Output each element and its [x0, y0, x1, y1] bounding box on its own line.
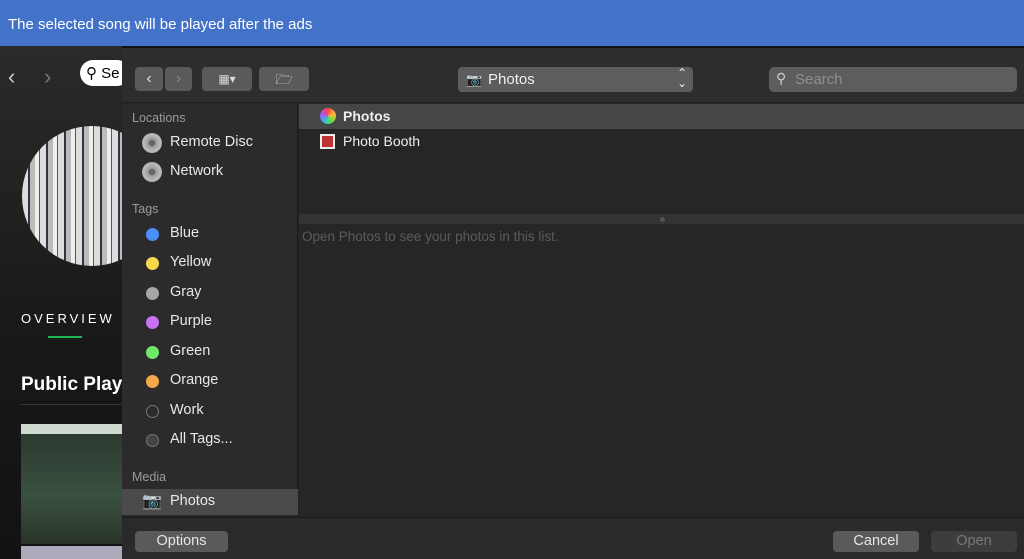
sidebar-tag-orange[interactable]: Orange [122, 368, 298, 394]
sidebar: Locations Remote Disc Network Tags Blue … [122, 104, 298, 516]
sidebar-tag-green[interactable]: Green [122, 339, 298, 365]
options-button[interactable]: Options [135, 531, 228, 552]
view-mode-button[interactable]: ▦▾ [202, 67, 252, 91]
tag-dot-icon [146, 346, 159, 359]
sidebar-tag-yellow[interactable]: Yellow [122, 250, 298, 276]
tag-dot-icon [146, 375, 159, 388]
forward-arrow-icon[interactable]: › [44, 64, 51, 90]
search-icon: ⚲ [86, 65, 97, 82]
camera-icon: 📷 [142, 493, 162, 510]
section-title: Public Play [21, 374, 123, 395]
tag-dot-icon [146, 257, 159, 270]
all-tags-icon [146, 434, 159, 447]
new-folder-button[interactable]: 🗁 [259, 67, 309, 91]
drag-handle-icon [660, 217, 665, 222]
dialog-toolbar: ‹ › ▦▾ 🗁 📷 Photos ⌃ ⌄ ⚲ Search [122, 48, 1024, 103]
search-input[interactable]: ⚲ Search [769, 67, 1017, 92]
photos-app-icon [320, 108, 336, 124]
updown-chevron-icon: ⌃ ⌄ [676, 66, 687, 90]
disc-icon [142, 133, 162, 153]
forward-button[interactable]: › [165, 67, 192, 91]
divider [21, 404, 122, 405]
file-row-photo-booth[interactable]: Photo Booth [299, 129, 1024, 154]
sidebar-item-remote-disc[interactable]: Remote Disc [122, 130, 298, 156]
dialog-footer: Options Cancel Open [122, 517, 1024, 559]
spotify-background: ‹ › ⚲ Se OVERVIEW Public Play [0, 46, 162, 559]
tag-dot-icon [146, 228, 159, 241]
locations-header: Locations [132, 111, 186, 125]
file-browser: Photos Photo Booth Open Photos to see yo… [299, 104, 1024, 516]
album-cover[interactable] [21, 546, 122, 559]
sidebar-tag-blue[interactable]: Blue [122, 221, 298, 247]
open-button[interactable]: Open [931, 531, 1017, 552]
location-popup[interactable]: 📷 Photos ⌃ ⌄ [458, 67, 693, 92]
sidebar-item-photos[interactable]: 📷 Photos [122, 489, 298, 515]
sidebar-all-tags[interactable]: All Tags... [122, 427, 298, 453]
grid-icon: ▦▾ [218, 72, 236, 86]
split-divider[interactable] [299, 214, 1024, 224]
photo-booth-icon [320, 134, 335, 149]
empty-hint: Open Photos to see your photos in this l… [302, 229, 559, 244]
media-header: Media [132, 470, 167, 484]
network-globe-icon [142, 162, 162, 182]
tag-dot-icon [146, 316, 159, 329]
tags-header: Tags [132, 202, 159, 216]
tag-dot-icon [146, 405, 159, 418]
back-arrow-icon[interactable]: ‹ [8, 64, 15, 90]
ad-banner: The selected song will be played after t… [0, 0, 1024, 46]
new-folder-icon: 🗁 [275, 71, 293, 87]
tag-dot-icon [146, 287, 159, 300]
search-icon: ⚲ [776, 70, 787, 86]
open-file-dialog: ‹ › ▦▾ 🗁 📷 Photos ⌃ ⌄ ⚲ Search Locations Rem… [122, 48, 1024, 559]
sidebar-item-network[interactable]: Network [122, 159, 298, 185]
sidebar-tag-purple[interactable]: Purple [122, 309, 298, 335]
tab-overview[interactable]: OVERVIEW [21, 311, 115, 326]
sidebar-tag-gray[interactable]: Gray [122, 280, 298, 306]
cancel-button[interactable]: Cancel [833, 531, 919, 552]
tab-underline [48, 336, 82, 338]
back-button[interactable]: ‹ [135, 67, 163, 91]
album-cover[interactable] [21, 424, 122, 544]
sidebar-tag-work[interactable]: Work [122, 398, 298, 424]
banner-text: The selected song will be played after t… [8, 16, 313, 33]
file-row-photos[interactable]: Photos [299, 104, 1024, 129]
camera-icon: 📷 [466, 72, 483, 87]
